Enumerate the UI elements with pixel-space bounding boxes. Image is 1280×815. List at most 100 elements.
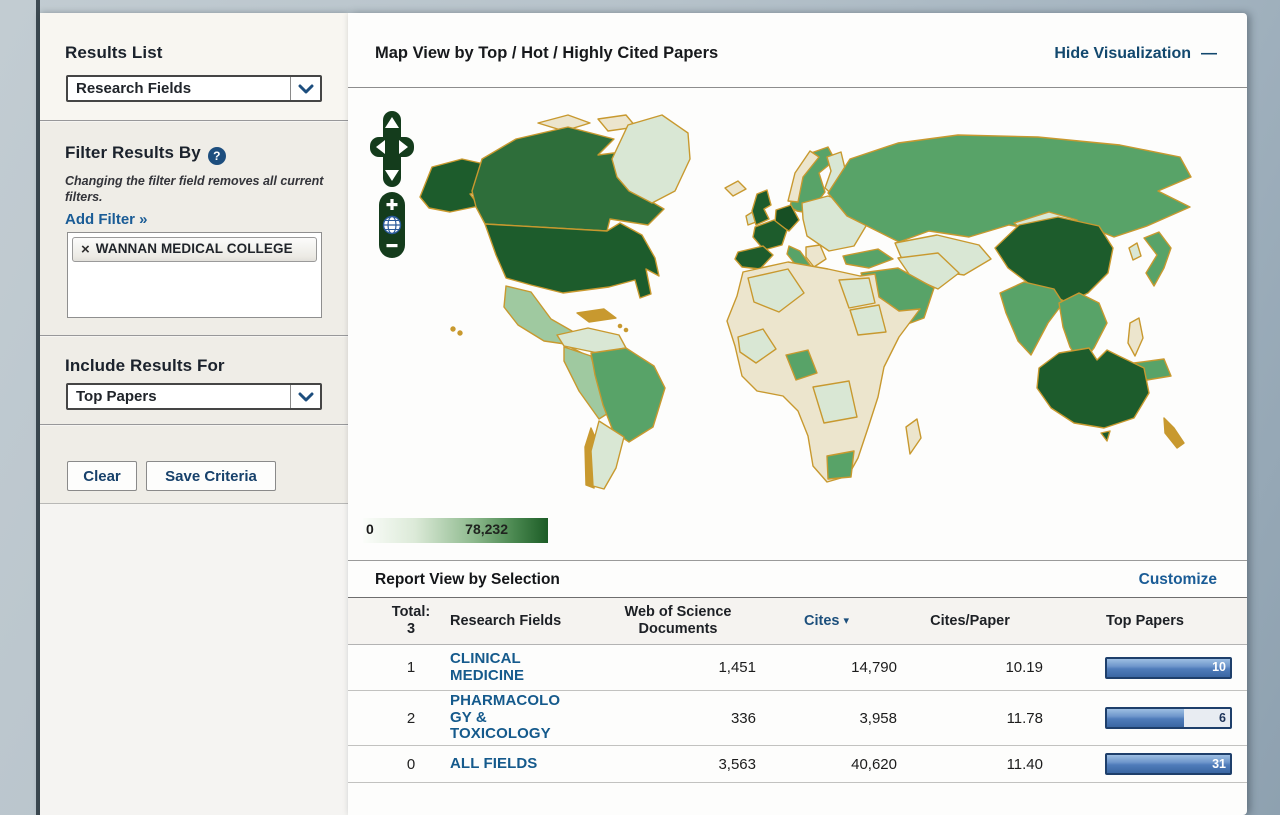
filter-chip-label: WANNAN MEDICAL COLLEGE <box>96 241 293 257</box>
country-south-africa <box>827 451 854 479</box>
top-papers-bar: 10 <box>1105 657 1232 679</box>
cites-header-label: Cites <box>804 613 839 629</box>
clear-button[interactable]: Clear <box>67 461 137 491</box>
include-results-section: Include Results For Top Papers <box>40 337 348 425</box>
hawaii <box>451 327 455 331</box>
map-zoom-control[interactable] <box>378 191 406 259</box>
table-row: 1 CLINICAL MEDICINE 1,451 14,790 10.19 1… <box>348 645 1247 691</box>
remove-filter-icon[interactable]: × <box>81 242 90 257</box>
rank-cell: 2 <box>372 710 450 727</box>
top-papers-value: 31 <box>1212 757 1226 771</box>
sort-desc-icon: ▾ <box>843 615 849 627</box>
top-papers-cell: 6 <box>1043 691 1247 745</box>
column-header-cites-per-paper[interactable]: Cites/Paper <box>897 613 1043 630</box>
documents-cell: 336 <box>600 710 756 727</box>
results-list-dropdown[interactable]: Research Fields <box>66 75 322 102</box>
table-header-row: Total: 3 Research Fields Web of Science … <box>348 598 1247 645</box>
filter-note: Changing the filter field removes all cu… <box>65 174 331 205</box>
column-header-top-papers[interactable]: Top Papers <box>1043 613 1247 630</box>
top-papers-value: 6 <box>1219 711 1226 725</box>
country-australia <box>1037 348 1149 428</box>
chevron-down-icon <box>290 77 320 100</box>
sidebar: Results List Research Fields Filter Resu… <box>40 13 348 815</box>
top-papers-cell: 10 <box>1043 645 1247 690</box>
table-row: 2 PHARMACOLOGY & TOXICOLOGY 336 3,958 11… <box>348 691 1247 746</box>
cites-per-paper-cell: 11.78 <box>897 710 1043 727</box>
legend-max-label: 78,232 <box>465 521 508 537</box>
table-row: 0 ALL FIELDS 3,563 40,620 11.40 31 <box>348 746 1247 783</box>
filter-title: Filter Results By? <box>65 143 226 165</box>
filter-listbox[interactable]: × WANNAN MEDICAL COLLEGE <box>67 232 322 318</box>
top-papers-cell: 31 <box>1043 746 1247 782</box>
map-header: Map View by Top / Hot / Highly Cited Pap… <box>348 13 1247 88</box>
results-list-title: Results List <box>65 43 163 63</box>
hide-visualization-link[interactable]: Hide Visualization — <box>1054 45 1217 63</box>
documents-header-label: Web of Science Documents <box>616 604 740 637</box>
collapse-icon: — <box>1201 45 1217 62</box>
field-link[interactable]: ALL FIELDS <box>450 756 562 773</box>
country-turkey <box>843 249 893 268</box>
island-tasmania <box>1101 431 1110 441</box>
caribbean-island <box>618 324 621 327</box>
top-papers-bar: 31 <box>1105 753 1232 775</box>
field-link[interactable]: PHARMACOLOGY & TOXICOLOGY <box>450 693 562 743</box>
main-panel: Map View by Top / Hot / Highly Cited Pap… <box>348 13 1247 815</box>
cites-cell: 3,958 <box>756 710 897 727</box>
rank-cell: 1 <box>372 659 450 676</box>
customize-link[interactable]: Customize <box>1139 571 1217 589</box>
cites-cell: 40,620 <box>756 756 897 773</box>
country-japan <box>1144 232 1171 286</box>
hide-visualization-label: Hide Visualization <box>1054 45 1191 62</box>
zoom-out-button[interactable] <box>387 244 398 247</box>
country-philippines <box>1128 318 1143 356</box>
country-spain <box>735 246 773 269</box>
map-legend: 78,232 0 <box>363 518 548 543</box>
country-india <box>1000 282 1063 355</box>
column-header-total: Total: 3 <box>372 604 450 637</box>
cites-cell: 14,790 <box>756 659 897 676</box>
country-russia <box>828 135 1191 242</box>
map-pan-control[interactable] <box>370 111 414 187</box>
country-iceland <box>725 181 746 196</box>
rank-cell: 0 <box>372 756 450 773</box>
field-cell: ALL FIELDS <box>450 755 600 773</box>
cites-per-paper-cell: 10.19 <box>897 659 1043 676</box>
hawaii <box>458 331 462 335</box>
column-header-research-fields[interactable]: Research Fields <box>450 613 600 630</box>
globe-button[interactable] <box>384 217 401 234</box>
total-value: 3 <box>407 621 415 637</box>
legend-min-label: 0 <box>366 521 374 537</box>
include-results-value: Top Papers <box>68 388 290 405</box>
filter-title-text: Filter Results By <box>65 143 201 162</box>
include-results-dropdown[interactable]: Top Papers <box>66 383 322 410</box>
field-link[interactable]: CLINICAL MEDICINE <box>450 651 562 684</box>
caribbean-island <box>624 328 627 331</box>
add-filter-link[interactable]: Add Filter » <box>65 211 148 228</box>
sidebar-empty-area <box>40 505 348 815</box>
map-view-title: Map View by Top / Hot / Highly Cited Pap… <box>375 44 718 63</box>
chevron-down-icon <box>290 385 320 408</box>
top-papers-value: 10 <box>1212 660 1226 674</box>
world-map[interactable] <box>358 97 1238 497</box>
report-header: Report View by Selection Customize <box>348 560 1247 598</box>
help-icon[interactable]: ? <box>208 147 226 165</box>
save-criteria-button[interactable]: Save Criteria <box>146 461 276 491</box>
legend-gradient-bar: 78,232 <box>363 518 548 543</box>
cites-per-paper-cell: 11.40 <box>897 756 1043 773</box>
country-new-zealand <box>1164 418 1184 448</box>
results-list-section: Results List Research Fields <box>40 13 348 121</box>
filter-section: Filter Results By? Changing the filter f… <box>40 122 348 336</box>
column-header-cites[interactable]: Cites ▾ <box>756 613 897 630</box>
include-results-title: Include Results For <box>65 356 225 376</box>
top-papers-bar: 6 <box>1105 707 1232 729</box>
field-cell: PHARMACOLOGY & TOXICOLOGY <box>450 693 600 743</box>
total-label: Total: <box>392 604 430 620</box>
report-view-title: Report View by Selection <box>375 571 560 589</box>
column-header-documents[interactable]: Web of Science Documents <box>600 604 756 637</box>
documents-cell: 1,451 <box>600 659 756 676</box>
field-cell: CLINICAL MEDICINE <box>450 651 600 684</box>
results-list-value: Research Fields <box>68 80 290 97</box>
country-uk <box>752 190 771 225</box>
country-madagascar <box>906 419 921 454</box>
filter-chip[interactable]: × WANNAN MEDICAL COLLEGE <box>72 237 317 262</box>
